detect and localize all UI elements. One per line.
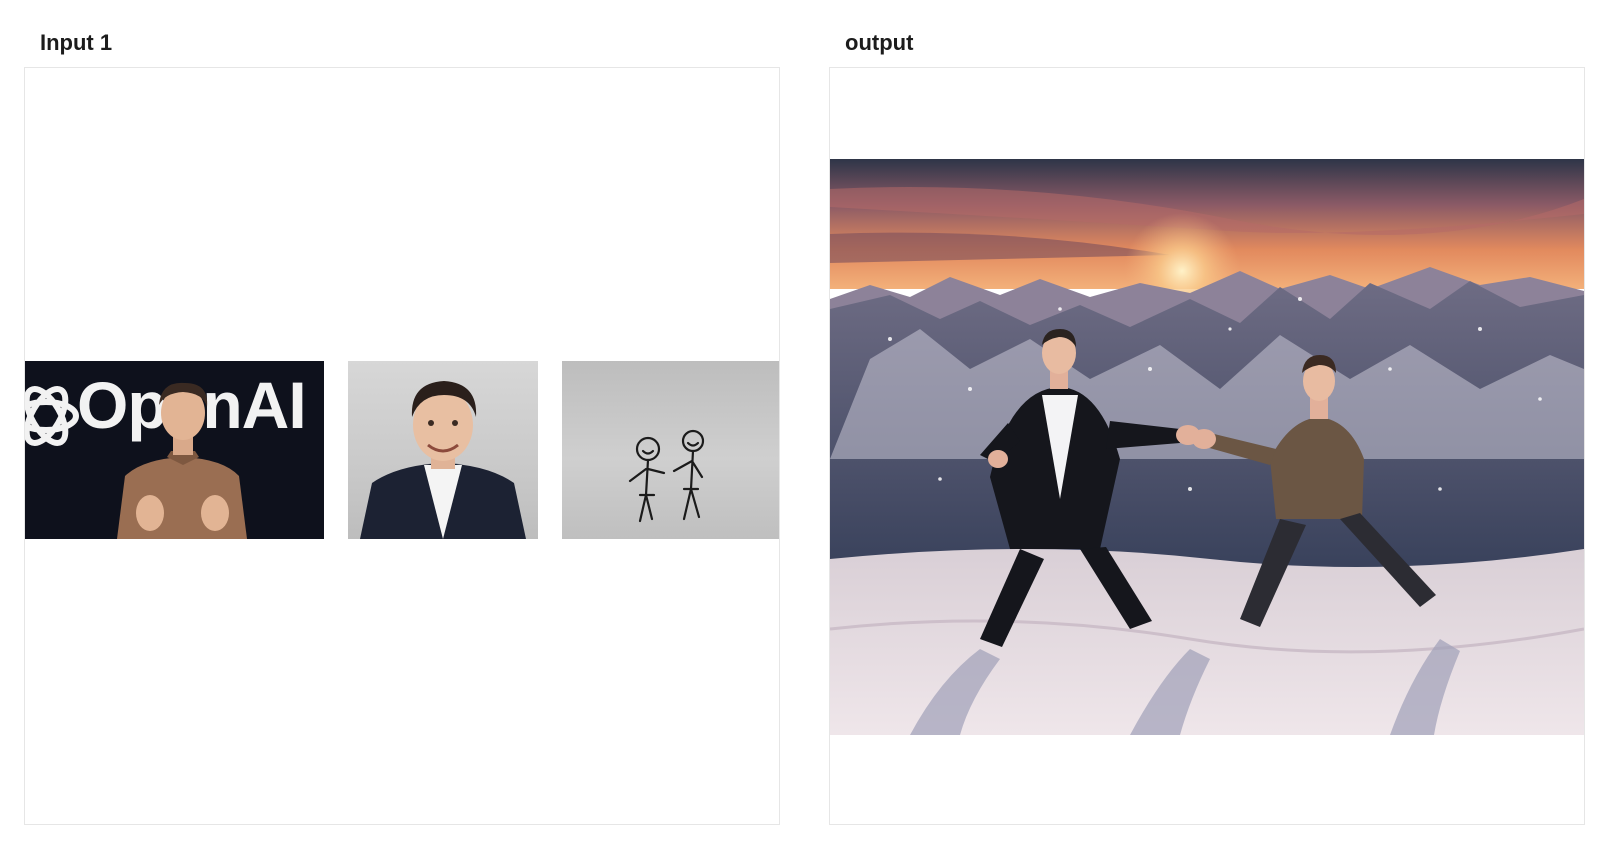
stick-figures-drawing xyxy=(628,429,705,523)
openai-stage-image: OpenAI xyxy=(25,361,324,539)
mountain-duel-scene xyxy=(830,159,1584,735)
stick-figure-sketch-image xyxy=(562,361,779,539)
output-panel-title: output xyxy=(845,30,914,55)
output-generated-image xyxy=(830,159,1584,735)
speaker-figure xyxy=(117,382,247,539)
portrait-image xyxy=(348,361,538,539)
input-images-frame: OpenAI xyxy=(24,67,780,825)
input-panel-title: Input 1 xyxy=(40,30,113,55)
output-image-frame xyxy=(829,67,1585,825)
portrait-figure xyxy=(360,381,526,539)
